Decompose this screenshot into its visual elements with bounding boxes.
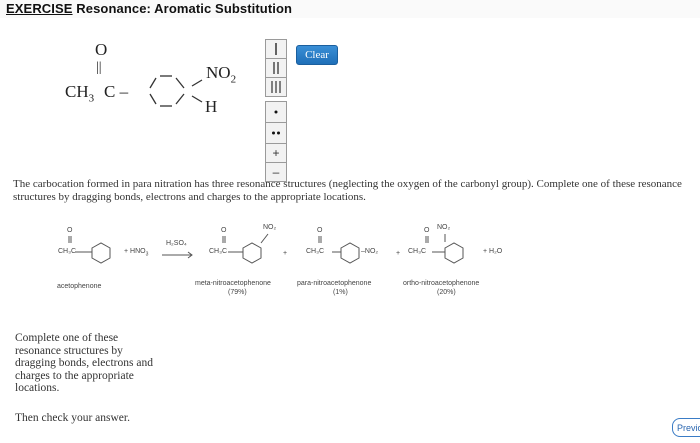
benzene-ring-2 — [242, 242, 262, 264]
double-dot-icon — [272, 131, 280, 135]
reaction-scheme-drawing — [68, 233, 464, 264]
ortho-product-label: ortho-nitroacetophenone — [403, 280, 480, 287]
ring-fragment[interactable] — [138, 66, 208, 116]
question-text: The carbocation formed in para nitration… — [13, 178, 682, 203]
previous-button[interactable]: Previous — [672, 418, 700, 437]
triple-bond-tool[interactable] — [265, 77, 287, 97]
carbonyl-oxygen: O — [95, 40, 108, 59]
scheme-oxygen-2: O — [221, 227, 227, 234]
scheme-ch3c-2: CH₃C — [209, 248, 228, 255]
double-bond-tool[interactable] — [265, 58, 287, 78]
scheme-ch3c-4: CH₃C — [408, 248, 427, 255]
scheme-no2-ortho: NO₂ — [437, 224, 451, 231]
previous-label: Previous — [677, 422, 700, 433]
scheme-ch3c-3: CH₃C — [306, 248, 325, 255]
double-bond-icon — [273, 62, 279, 74]
nitric-acid-label: + HNO3 — [124, 248, 149, 258]
triple-bond-icon — [271, 81, 281, 93]
para-yield: (1%) — [333, 289, 348, 296]
scheme-no2-para: –NO₂ — [361, 248, 379, 255]
exercise-title: Resonance: Aromatic Substitution — [76, 1, 293, 16]
scheme-oxygen-3: O — [317, 227, 323, 234]
benzene-ring-4 — [444, 242, 464, 264]
sulfuric-acid-label: H₂SO₄ — [166, 240, 187, 247]
single-bond-tool[interactable] — [265, 39, 287, 59]
meta-product-label: meta-nitroacetophenone — [195, 280, 271, 287]
para-product-label: para-nitroacetophenone — [297, 280, 372, 287]
single-dot-icon — [274, 110, 278, 114]
page-title: EXERCISE Resonance: Aromatic Substitutio… — [6, 1, 292, 16]
clear-button[interactable]: Clear — [296, 45, 338, 65]
ortho-yield: (20%) — [437, 289, 456, 296]
drawing-canvas[interactable]: O || CH3 C – NO2 H + – Clear — [0, 18, 700, 182]
methyl-group: CH3 — [65, 82, 95, 105]
single-bond-icon — [275, 43, 277, 55]
carbonyl-carbon: C – — [104, 82, 129, 101]
lone-electron-tool[interactable] — [265, 101, 287, 123]
check-answer-text: Then check your answer. — [15, 412, 130, 424]
meta-yield: (79%) — [228, 289, 247, 296]
benzene-ring-1 — [91, 242, 111, 264]
scheme-oxygen-1: O — [67, 227, 73, 234]
scheme-ch3c-1: CH₃C — [58, 248, 77, 255]
water-label: + H₂O — [483, 248, 503, 255]
scheme-oxygen-4: O — [424, 227, 430, 234]
scheme-no2-meta: NO₂ — [263, 224, 277, 231]
instructions-text: Complete one of these resonance structur… — [15, 332, 153, 394]
electron-pair-tool[interactable] — [265, 122, 287, 144]
plus-icon: + — [272, 146, 280, 160]
acetophenone-label: acetophenone — [57, 283, 102, 290]
question-prompt: The carbocation formed in para nitration… — [0, 178, 700, 208]
plus-sign-2: + — [396, 250, 401, 257]
benzene-ring-3 — [340, 242, 360, 264]
carbonyl-double-bond: || — [96, 60, 102, 75]
hydrogen-atom: H — [205, 97, 218, 116]
plus-charge-tool[interactable]: + — [265, 143, 287, 163]
plus-sign-1: + — [283, 250, 288, 257]
reaction-scheme: O CH₃C + HNO3 H₂SO₄ O CH₃C NO₂ + O CH₃C … — [0, 210, 700, 310]
minus-icon: – — [272, 165, 280, 179]
exercise-label: EXERCISE — [6, 1, 73, 16]
title-bar: EXERCISE Resonance: Aromatic Substitutio… — [0, 0, 700, 18]
nitro-group: NO2 — [206, 63, 237, 86]
